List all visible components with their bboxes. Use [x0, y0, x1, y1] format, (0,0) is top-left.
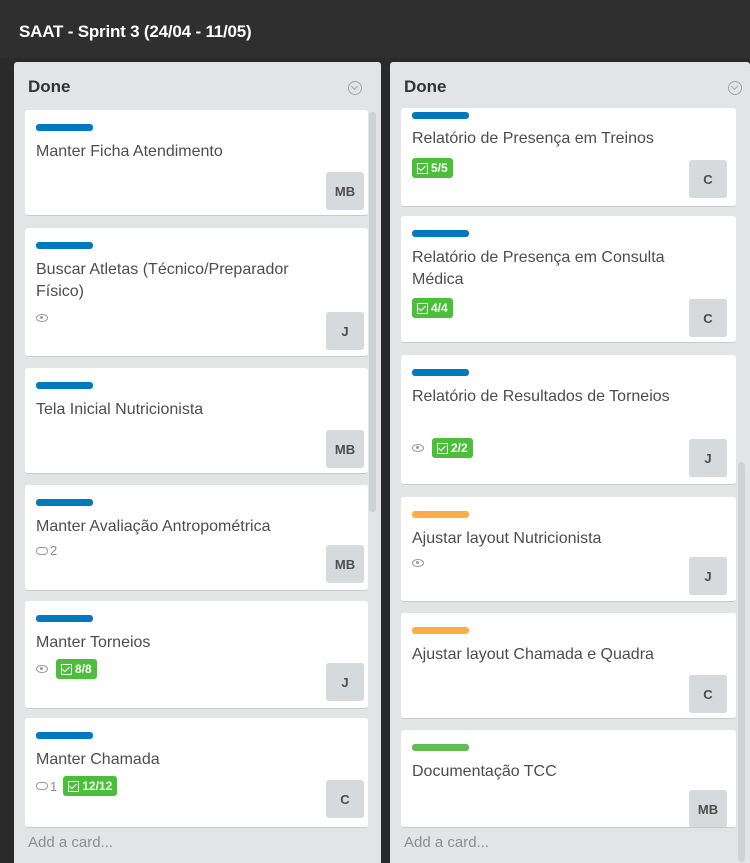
- card-badges: [412, 559, 426, 567]
- avatar[interactable]: J: [689, 439, 727, 477]
- card[interactable]: Ajustar layout Chamada e Quadra C: [401, 613, 736, 719]
- list-header: Done: [390, 62, 750, 108]
- card-title: Documentação TCC: [412, 763, 557, 780]
- eye-icon: [36, 665, 48, 673]
- checklist-count: 12/12: [82, 779, 113, 793]
- checklist-icon: [437, 442, 448, 454]
- card-title: Relatório de Presença em Treinos: [412, 130, 654, 147]
- avatar[interactable]: J: [326, 663, 364, 701]
- avatar[interactable]: C: [689, 160, 727, 198]
- card-label: [36, 382, 93, 389]
- scrollbar[interactable]: [369, 112, 376, 512]
- list-title[interactable]: Done: [404, 77, 447, 97]
- checklist-badge: 5/5: [412, 158, 453, 178]
- comment-icon: [36, 782, 48, 790]
- card-badges: 2/2: [412, 438, 473, 458]
- checklist-icon: [417, 302, 428, 314]
- avatar[interactable]: MB: [689, 790, 727, 827]
- list-menu-icon[interactable]: [348, 81, 362, 95]
- card[interactable]: Manter Avaliação Antropométrica 2 MB: [25, 485, 368, 591]
- checklist-icon: [417, 162, 428, 174]
- card[interactable]: Ajustar layout Nutricionista J: [401, 497, 736, 602]
- card-label: [36, 124, 93, 131]
- add-card-button[interactable]: Add a card...: [28, 834, 113, 851]
- card-label: [412, 112, 469, 119]
- checklist-badge: 12/12: [63, 776, 118, 796]
- card-title: Manter Ficha Atendimento: [36, 143, 223, 160]
- card[interactable]: Relatório de Presença em Consulta Médica…: [401, 216, 736, 343]
- board-header: SAAT - Sprint 3 (24/04 - 11/05): [0, 0, 750, 58]
- list-done-right: Done Relatório de Presença em Treinos 5/…: [390, 62, 750, 863]
- card[interactable]: Manter Torneios 8/8 J: [25, 601, 368, 709]
- eye-icon: [36, 314, 48, 322]
- card-title: Relatório de Presença em Consulta Médica: [412, 249, 665, 288]
- checklist-badge: 2/2: [432, 438, 473, 458]
- checklist-icon: [61, 663, 72, 675]
- eye-icon: [412, 444, 424, 452]
- card-title: Relatório de Resultados de Torneios: [412, 388, 670, 405]
- avatar[interactable]: J: [689, 557, 727, 595]
- card-title: Tela Inicial Nutricionista: [36, 401, 204, 418]
- avatar[interactable]: J: [326, 312, 364, 350]
- card-badges: 1 12/12: [36, 776, 118, 796]
- avatar[interactable]: MB: [326, 172, 364, 210]
- comment-badge: 2: [36, 543, 57, 558]
- card-badges: [36, 314, 50, 322]
- card[interactable]: Buscar Atletas (Técnico/Preparador Físic…: [25, 228, 368, 357]
- card-title: Manter Chamada: [36, 751, 160, 768]
- card-label: [36, 615, 93, 622]
- card[interactable]: Relatório de Presença em Treinos 5/5 C: [401, 108, 736, 207]
- card-title: Ajustar layout Chamada e Quadra: [412, 646, 654, 663]
- card-badges: 8/8: [36, 659, 97, 679]
- card-label: [412, 744, 469, 751]
- card-label: [36, 499, 93, 506]
- card-badges: 2: [36, 543, 57, 558]
- card-title: Manter Avaliação Antropométrica: [36, 518, 271, 535]
- checklist-count: 5/5: [431, 161, 448, 175]
- checklist-count: 8/8: [75, 662, 92, 676]
- comment-count: 2: [50, 543, 58, 558]
- avatar[interactable]: C: [689, 299, 727, 337]
- add-card-button[interactable]: Add a card...: [404, 834, 489, 851]
- card-title: Buscar Atletas (Técnico/Preparador Físic…: [36, 261, 289, 300]
- board-title[interactable]: SAAT - Sprint 3 (24/04 - 11/05): [19, 22, 252, 42]
- checklist-badge: 8/8: [56, 659, 97, 679]
- card-badges: 4/4: [412, 298, 453, 318]
- card[interactable]: Manter Chamada 1 12/12 C: [25, 718, 368, 828]
- card[interactable]: Tela Inicial Nutricionista MB: [25, 368, 368, 474]
- checklist-count: 2/2: [451, 441, 468, 455]
- card[interactable]: Manter Ficha Atendimento MB: [25, 110, 368, 216]
- card-badges: 5/5: [412, 158, 453, 178]
- eye-icon: [412, 559, 424, 567]
- card-title: Manter Torneios: [36, 634, 151, 651]
- card-title: Ajustar layout Nutricionista: [412, 530, 602, 547]
- avatar[interactable]: C: [689, 675, 727, 713]
- list-header: Done: [14, 62, 381, 108]
- avatar[interactable]: MB: [326, 430, 364, 468]
- card-label: [412, 369, 469, 376]
- scrollbar[interactable]: [738, 462, 745, 862]
- card-label: [412, 627, 469, 634]
- comment-badge: 1: [36, 779, 57, 794]
- avatar[interactable]: C: [326, 780, 364, 818]
- card[interactable]: Relatório de Resultados de Torneios 2/2 …: [401, 355, 736, 485]
- list-title[interactable]: Done: [28, 77, 71, 97]
- checklist-icon: [68, 780, 80, 792]
- comment-count: 1: [50, 778, 58, 794]
- card-label: [412, 511, 469, 518]
- checklist-badge: 4/4: [412, 298, 453, 318]
- list-done-left: Done Manter Ficha Atendimento MB Buscar …: [14, 62, 381, 863]
- card-label: [36, 732, 93, 739]
- card[interactable]: Documentação TCC MB: [401, 730, 736, 828]
- card-label: [412, 230, 469, 237]
- card-label: [36, 242, 93, 249]
- list-menu-icon[interactable]: [728, 81, 742, 95]
- checklist-count: 4/4: [431, 301, 448, 315]
- comment-icon: [36, 546, 48, 555]
- avatar[interactable]: MB: [326, 545, 364, 583]
